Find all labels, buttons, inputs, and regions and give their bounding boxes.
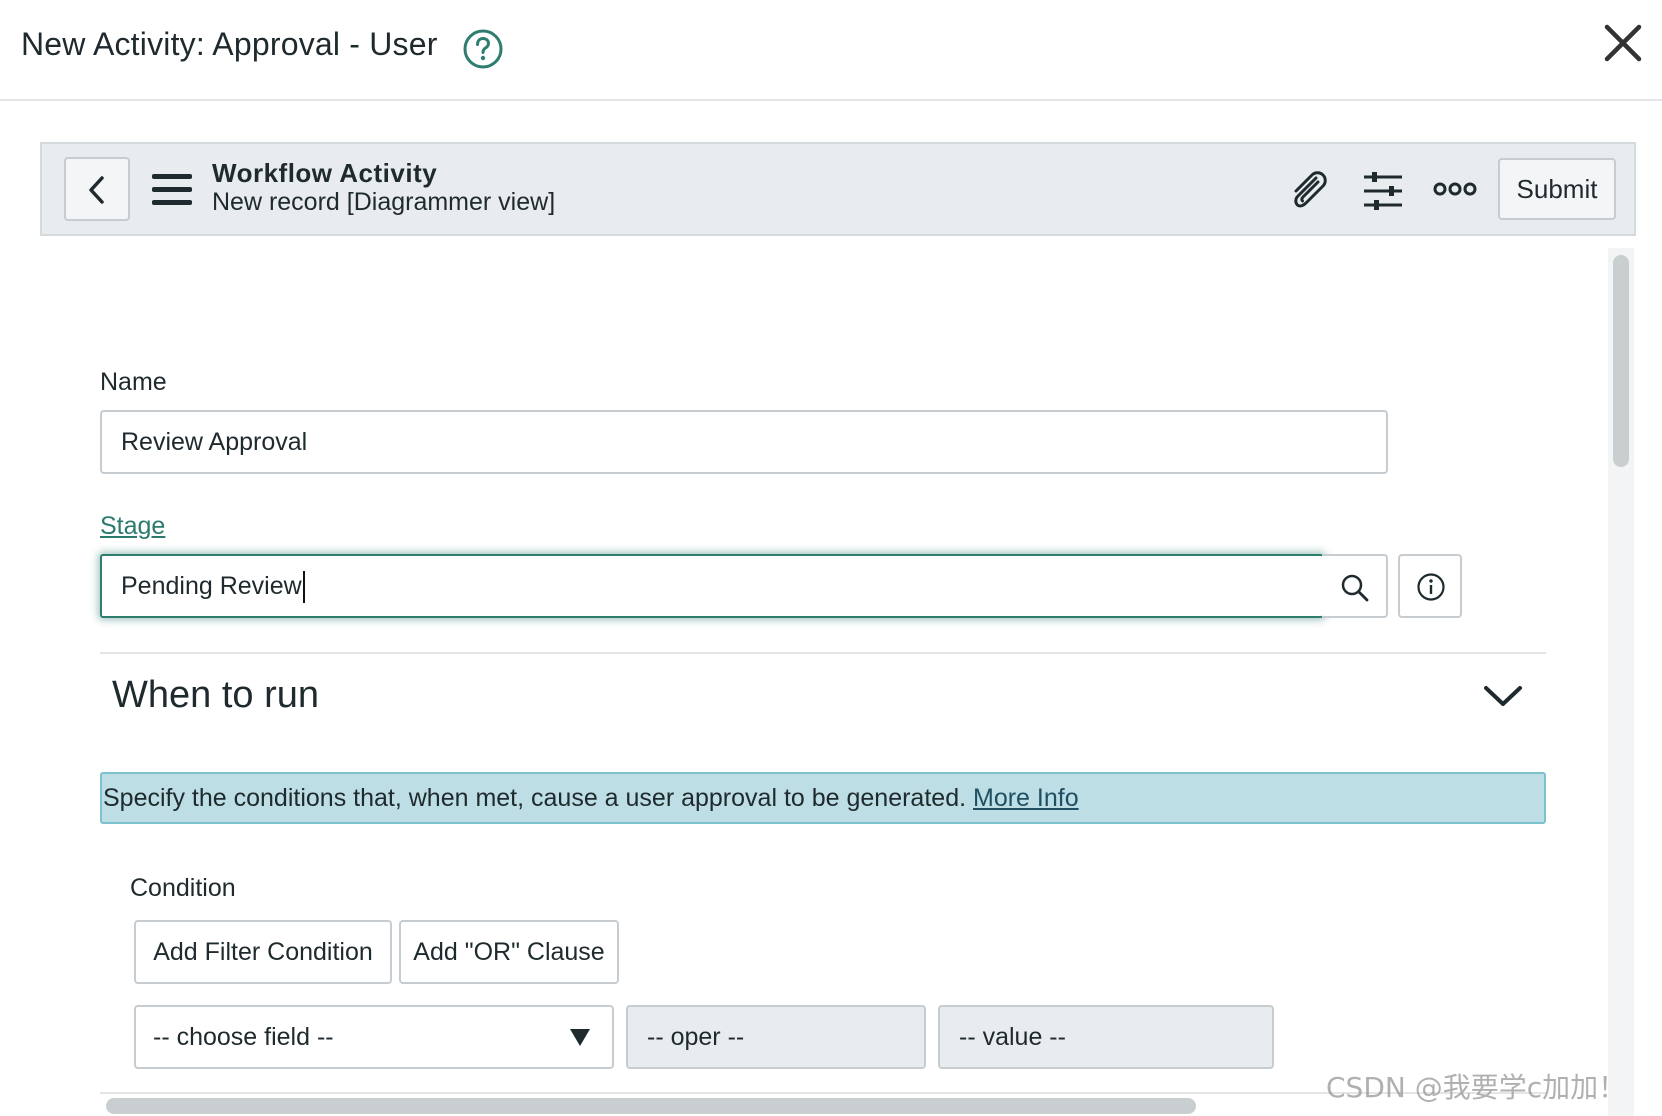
dropdown-arrow-icon — [570, 1029, 590, 1046]
hamburger-menu-icon[interactable] — [150, 172, 194, 208]
record-subtitle: New record [Diagrammer view] — [212, 188, 556, 216]
info-banner: Specify the conditions that, when met, c… — [100, 772, 1546, 824]
condition-label: Condition — [130, 874, 236, 902]
question-circle-icon[interactable] — [462, 28, 504, 70]
info-icon — [1417, 573, 1445, 601]
stage-value: Pending Review — [121, 572, 302, 600]
choose-field-select[interactable]: -- choose field -- — [134, 1005, 614, 1069]
choose-field-value: -- choose field -- — [153, 1023, 334, 1051]
chevron-left-icon — [89, 176, 104, 204]
value-field: -- value -- — [938, 1005, 1274, 1069]
vertical-scroll-thumb[interactable] — [1613, 255, 1629, 467]
modal-header: New Activity: Approval - User — [0, 0, 1662, 101]
more-dots-icon[interactable] — [1432, 174, 1478, 204]
chevron-down-icon[interactable] — [1482, 682, 1524, 712]
text-caret — [302, 571, 305, 604]
stage-link[interactable]: Stage — [100, 512, 165, 541]
name-label: Name — [100, 368, 167, 396]
add-filter-condition-button[interactable]: Add Filter Condition — [134, 920, 392, 984]
submit-button[interactable]: Submit — [1498, 158, 1616, 220]
more-info-link[interactable]: More Info — [973, 784, 1079, 812]
name-input[interactable]: Review Approval — [100, 410, 1388, 474]
paperclip-icon[interactable] — [1286, 168, 1332, 214]
watermark: CSDN @我要学c加加！ — [1326, 1071, 1627, 1104]
modal-title: New Activity: Approval - User — [21, 26, 438, 62]
section-divider — [100, 652, 1546, 654]
section-title-when-to-run: When to run — [112, 674, 319, 716]
sliders-icon[interactable] — [1360, 168, 1406, 214]
search-icon — [1341, 574, 1369, 602]
stage-lookup-button[interactable] — [1322, 554, 1388, 618]
record-toolbar: Workflow Activity New record [Diagrammer… — [40, 142, 1636, 236]
back-button[interactable] — [64, 157, 130, 221]
stage-input[interactable]: Pending Review — [100, 554, 1324, 618]
record-title: Workflow Activity — [212, 158, 438, 188]
operator-field: -- oper -- — [626, 1005, 926, 1069]
info-banner-text: Specify the conditions that, when met, c… — [103, 784, 967, 812]
horizontal-scroll-thumb[interactable] — [106, 1098, 1196, 1114]
add-or-clause-button[interactable]: Add "OR" Clause — [399, 920, 619, 984]
close-icon[interactable] — [1602, 22, 1644, 64]
stage-info-button[interactable] — [1398, 554, 1462, 618]
